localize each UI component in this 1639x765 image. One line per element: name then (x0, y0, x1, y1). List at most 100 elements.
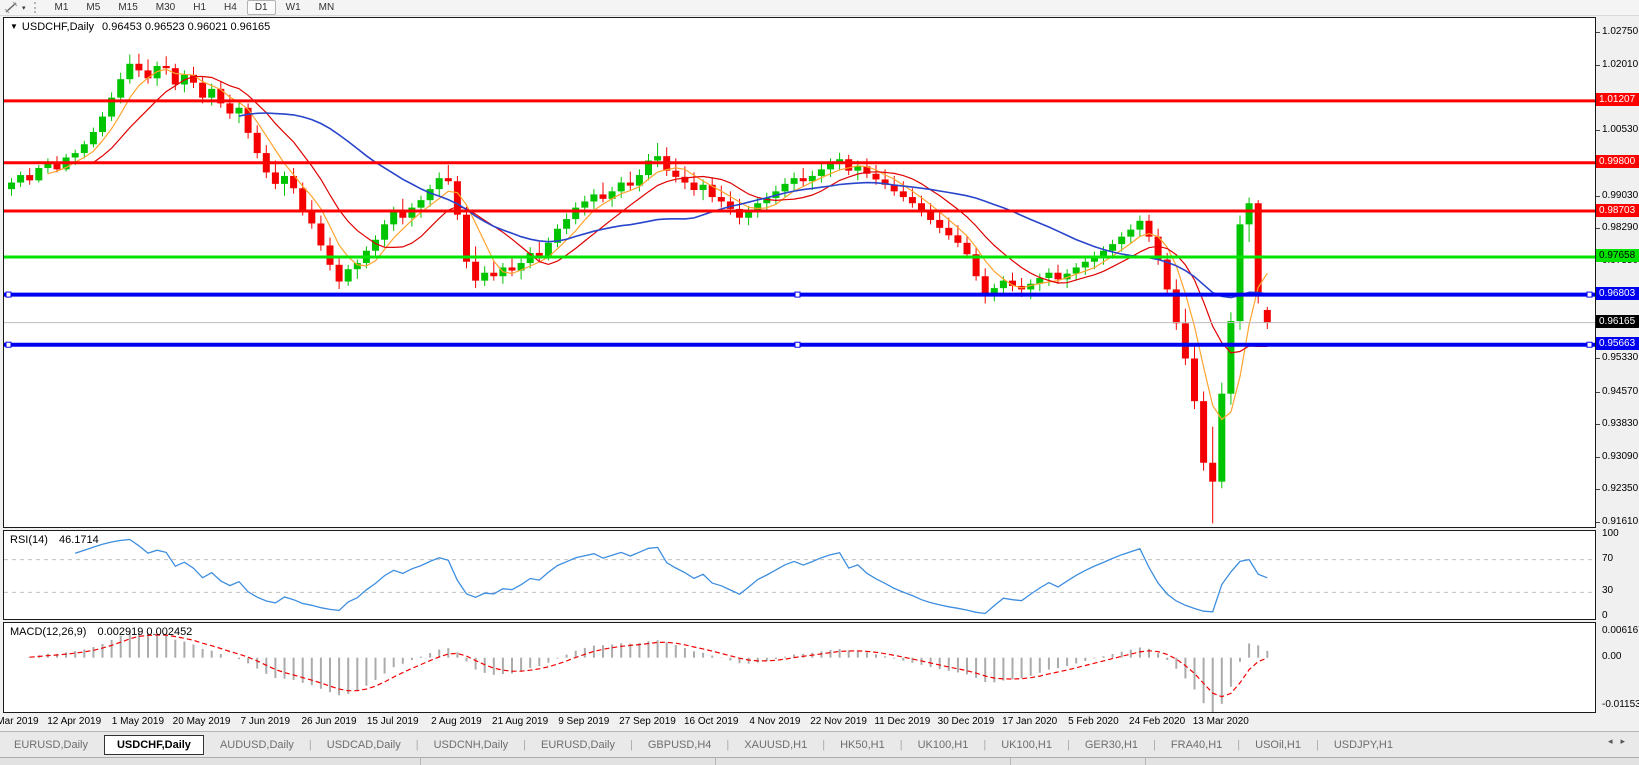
y-tick-label: 0.98290 (1602, 223, 1638, 233)
timeframe-button-w1[interactable]: W1 (278, 0, 309, 15)
x-tick-label: 16 Oct 2019 (684, 716, 738, 727)
chart-tab-usdchf-daily[interactable]: USDCHF,Daily (104, 735, 204, 755)
timeframe-button-d1[interactable]: D1 (247, 0, 276, 15)
chart-tab-audusd-daily[interactable]: AUDUSD,Daily (206, 736, 308, 754)
timeframe-buttons: M1M5M15M30H1H4D1W1MN (46, 2, 344, 13)
h-line-price-label: 0.98703 (1596, 204, 1639, 217)
y-tick-label: 0.93090 (1602, 452, 1638, 462)
chart-tab-xauusd-h1[interactable]: XAUUSD,H1 (730, 736, 821, 754)
chart-title: ▼USDCHF,Daily0.96453 0.96523 0.96021 0.9… (10, 21, 270, 33)
rsi-indicator-panel[interactable]: RSI(14) 46.1714 (3, 530, 1596, 620)
macd-chart[interactable] (4, 623, 1595, 712)
rsi-chart[interactable] (4, 531, 1595, 619)
chart-tab-usdcad-daily[interactable]: USDCAD,Daily (313, 736, 415, 754)
y-tick-mark (1596, 457, 1600, 458)
y-tick-mark (1596, 196, 1600, 197)
chart-tab-eurusd-daily[interactable]: EURUSD,Daily (527, 736, 629, 754)
chart-tab-eurusd-daily[interactable]: EURUSD,Daily (0, 736, 102, 754)
timeframe-button-mn[interactable]: MN (311, 0, 343, 15)
x-tick-label: 2 Aug 2019 (431, 716, 482, 727)
rsi-axis-label: 70 (1602, 554, 1613, 564)
rsi-axis-label: 30 (1602, 586, 1613, 596)
y-tick-mark (1596, 489, 1600, 490)
chart-tab-usdjpy-h1[interactable]: USDJPY,H1 (1320, 736, 1407, 754)
x-tick-label: 20 May 2019 (173, 716, 231, 727)
y-tick-label: 0.92350 (1602, 484, 1638, 494)
chart-tab-uk100-h1[interactable]: UK100,H1 (904, 736, 983, 754)
toolbar-dropdown-caret-icon[interactable]: ▾ (22, 4, 26, 12)
macd-label: MACD(12,26,9) 0.002919 0.002452 (10, 626, 192, 638)
timeframe-button-m30[interactable]: M30 (148, 0, 183, 15)
timeframe-button-h4[interactable]: H4 (216, 0, 245, 15)
x-tick-label: 7 Jun 2019 (241, 716, 291, 727)
tab-scroll-right-icon[interactable]: ▸ (1620, 736, 1633, 746)
y-tick-label: 1.02010 (1602, 60, 1638, 70)
chart-tab-usoil-h1[interactable]: USOil,H1 (1241, 736, 1315, 754)
rsi-axis-label: 100 (1602, 529, 1619, 539)
macd-name: MACD(12,26,9) (10, 626, 86, 638)
timeframe-button-h1[interactable]: H1 (185, 0, 214, 15)
status-bar-separator (1010, 758, 1011, 765)
x-tick-label: 5 Feb 2020 (1068, 716, 1119, 727)
rsi-axis-label: 0 (1602, 611, 1608, 621)
h-line-handle[interactable] (6, 292, 11, 297)
timeframe-button-m1[interactable]: M1 (47, 0, 77, 15)
chart-tab-fra40-h1[interactable]: FRA40,H1 (1157, 736, 1236, 754)
x-tick-label: 15 Jul 2019 (367, 716, 419, 727)
rsi-label: RSI(14) 46.1714 (10, 534, 99, 546)
rsi-name: RSI(14) (10, 534, 48, 546)
macd-axis-label: 0.006167 (1602, 626, 1639, 636)
h-line-handle[interactable] (795, 292, 800, 297)
main-chart-panel[interactable]: ▼USDCHF,Daily0.96453 0.96523 0.96021 0.9… (3, 17, 1596, 528)
y-tick-label: 0.99030 (1602, 191, 1638, 201)
x-tick-label: 25 Mar 2019 (0, 716, 39, 727)
x-tick-label: 26 Jun 2019 (301, 716, 356, 727)
x-tick-label: 30 Dec 2019 (938, 716, 995, 727)
y-tick-mark (1596, 522, 1600, 523)
x-tick-label: 27 Sep 2019 (619, 716, 676, 727)
timeframe-toolbar: ▾ M1M5M15M30H1H4D1W1MN (0, 0, 1639, 16)
chart-tab-ger30-h1[interactable]: GER30,H1 (1071, 736, 1152, 754)
chart-menu-caret-icon[interactable]: ▼ (10, 22, 18, 31)
chart-tab-usdcnh-daily[interactable]: USDCNH,Daily (420, 736, 523, 754)
h-line-handle[interactable] (6, 342, 11, 347)
y-tick-mark (1596, 392, 1600, 393)
y-tick-label: 0.94570 (1602, 387, 1638, 397)
chart-tab-hk50-h1[interactable]: HK50,H1 (826, 736, 899, 754)
x-tick-label: 12 Apr 2019 (47, 716, 101, 727)
macd-values: 0.002919 0.002452 (97, 626, 192, 638)
h-line-price-label: 0.99800 (1596, 155, 1639, 168)
x-tick-label: 9 Sep 2019 (558, 716, 609, 727)
y-tick-mark (1596, 130, 1600, 131)
y-tick-mark (1596, 32, 1600, 33)
status-bar-separator (1145, 758, 1146, 765)
time-axis[interactable]: 25 Mar 201912 Apr 20191 May 201920 May 2… (3, 714, 1596, 730)
h-line-handle[interactable] (1587, 292, 1592, 297)
toolbar-grip[interactable] (34, 2, 41, 13)
y-tick-mark (1596, 358, 1600, 359)
h-line-handle[interactable] (795, 342, 800, 347)
chart-tab-gbpusd-h4[interactable]: GBPUSD,H4 (634, 736, 726, 754)
line-draw-tool-icon[interactable] (3, 1, 21, 14)
y-tick-label: 1.00530 (1602, 125, 1638, 135)
rsi-value: 46.1714 (59, 534, 99, 546)
y-tick-label: 1.02750 (1602, 27, 1638, 37)
tab-scroll-left-icon[interactable]: ◂ (1608, 736, 1621, 746)
timeframe-button-m5[interactable]: M5 (78, 0, 108, 15)
macd-indicator-panel[interactable]: MACD(12,26,9) 0.002919 0.002452 (3, 622, 1596, 713)
y-tick-mark (1596, 65, 1600, 66)
status-bar-separator (715, 758, 716, 765)
price-axis[interactable]: 1.027501.020101.005300.990300.982900.975… (1596, 17, 1639, 714)
y-tick-label: 0.93830 (1602, 419, 1638, 429)
x-tick-label: 21 Aug 2019 (492, 716, 548, 727)
x-tick-label: 17 Jan 2020 (1002, 716, 1057, 727)
y-tick-mark (1596, 424, 1600, 425)
h-line-handle[interactable] (1587, 342, 1592, 347)
chart-title-symbol: USDCHF,Daily (22, 21, 94, 33)
x-tick-label: 22 Nov 2019 (810, 716, 867, 727)
chart-tab-uk100-h1[interactable]: UK100,H1 (987, 736, 1066, 754)
timeframe-button-m15[interactable]: M15 (110, 0, 145, 15)
candlestick-chart[interactable] (4, 18, 1595, 527)
macd-axis-label: -0.011531 (1602, 700, 1639, 710)
current-price-label: 0.96165 (1596, 315, 1639, 328)
